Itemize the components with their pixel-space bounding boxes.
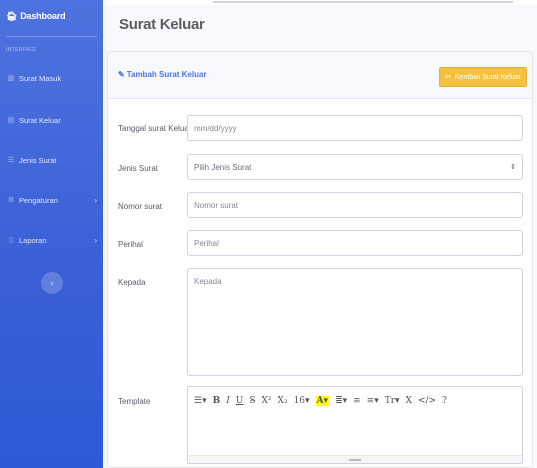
unordered-list-button[interactable]: ≣▾ [335, 396, 347, 406]
underline-button[interactable]: U [236, 396, 244, 406]
nomor-label: Nomor surat [118, 202, 163, 211]
jenis-select-value: Pilih Jenis Surat [194, 162, 252, 172]
sidebar: 🏠︎ Dashboard INTERFACE ▥ Surat Masuk ▤ S… [0, 0, 103, 468]
tanggal-input[interactable] [187, 115, 523, 141]
nomor-input[interactable] [187, 192, 523, 218]
chevron-right-icon: › [94, 235, 97, 245]
gear-icon: ⚙ [7, 197, 15, 204]
ordered-list-button[interactable]: ≡ [353, 396, 361, 406]
sidebar-item-laporan[interactable]: ▯ Laporan › [6, 231, 97, 249]
sidebar-item-label: Jenis Surat [19, 155, 57, 165]
page-title: Surat Keluar [119, 16, 205, 33]
back-button-label: Kembali Surat Keluar [454, 73, 521, 81]
topbar [103, 0, 537, 5]
sidebar-item-surat-masuk[interactable]: ▥ Surat Masuk [6, 69, 97, 87]
sidebar-brand-label: Dashboard [20, 11, 66, 21]
inbox-icon: ▥ [7, 75, 15, 82]
card-title-label: Tambah Surat Keluar [126, 70, 207, 79]
sidebar-brand-dashboard[interactable]: 🏠︎ Dashboard [6, 5, 66, 27]
back-button[interactable]: ↩ Kembali Surat Keluar [438, 67, 527, 87]
sidebar-item-jenis-surat[interactable]: ☰ Jenis Surat [6, 151, 97, 169]
chevron-right-icon: › [94, 195, 97, 205]
help-button[interactable]: ? [442, 396, 447, 406]
editor-toolbar: ☰▾ B I U S̶ X² X₂ 16▾ A▾ ≣▾ ≡ ≡▾ Tr▾ X <… [194, 396, 447, 406]
subscript-button[interactable]: X₂ [278, 396, 288, 406]
sidebar-item-label: Pengaturan [19, 195, 58, 205]
sidebar-item-label: Surat Keluar [19, 115, 61, 125]
chevron-left-icon: ‹ [50, 278, 54, 288]
font-size-dropdown-button[interactable]: 16▾ [294, 396, 310, 406]
paragraph-dropdown-button[interactable]: ≡▾ [367, 396, 379, 406]
line-height-dropdown-button[interactable]: Tr▾ [385, 396, 400, 406]
form-card: ✎ Tambah Surat Keluar ↩ Kembali Surat Ke… [107, 51, 533, 468]
fullscreen-button[interactable]: X [406, 396, 412, 406]
strikethrough-button[interactable]: S̶ [249, 396, 255, 406]
highlight-color-button[interactable]: A▾ [315, 396, 330, 406]
sidebar-heading: INTERFACE [6, 47, 37, 53]
edit-icon: ✎ [118, 70, 125, 79]
topbar-scroll-indicator [213, 1, 513, 3]
template-editor[interactable]: ☰▾ B I U S̶ X² X₂ 16▾ A▾ ≣▾ ≡ ≡▾ Tr▾ X <… [187, 386, 523, 464]
card-title: ✎ Tambah Surat Keluar [118, 70, 207, 79]
jenis-label: Jenis Surat [118, 164, 159, 173]
perihal-input[interactable] [187, 230, 523, 256]
sidebar-item-label: Laporan [19, 235, 47, 245]
style-dropdown-button[interactable]: ☰▾ [194, 396, 207, 406]
select-arrows-icon: ⇕ [510, 164, 516, 171]
editor-resize-bar[interactable] [188, 455, 522, 463]
sidebar-item-surat-keluar[interactable]: ▤ Surat Keluar [6, 111, 97, 129]
jenis-select[interactable]: Pilih Jenis Surat ⇕ [187, 154, 523, 180]
sidebar-item-pengaturan[interactable]: ⚙ Pengaturan › [6, 191, 97, 209]
resize-grip-icon [349, 459, 361, 461]
sidebar-item-label: Surat Masuk [19, 73, 62, 83]
bold-button[interactable]: B [213, 396, 221, 406]
superscript-button[interactable]: X² [262, 396, 272, 406]
sidebar-toggle-button[interactable]: ‹ [41, 272, 63, 294]
sidebar-divider [6, 36, 97, 37]
template-label: Template [118, 397, 151, 406]
kepada-label: Kepada [118, 278, 146, 287]
kepada-textarea[interactable] [187, 268, 523, 376]
list-icon: ☰ [7, 157, 15, 164]
reply-icon: ↩ [444, 74, 451, 81]
italic-button[interactable]: I [226, 396, 230, 406]
tanggal-label: Tanggal surat Keluar [118, 124, 192, 133]
card-header: ✎ Tambah Surat Keluar ↩ Kembali Surat Ke… [108, 52, 532, 99]
code-view-button[interactable]: </> [418, 396, 436, 406]
perihal-label: Perihal [118, 240, 143, 249]
outbox-icon: ▤ [7, 117, 15, 124]
dashboard-icon: 🏠︎ [6, 10, 18, 21]
report-icon: ▯ [9, 237, 13, 244]
